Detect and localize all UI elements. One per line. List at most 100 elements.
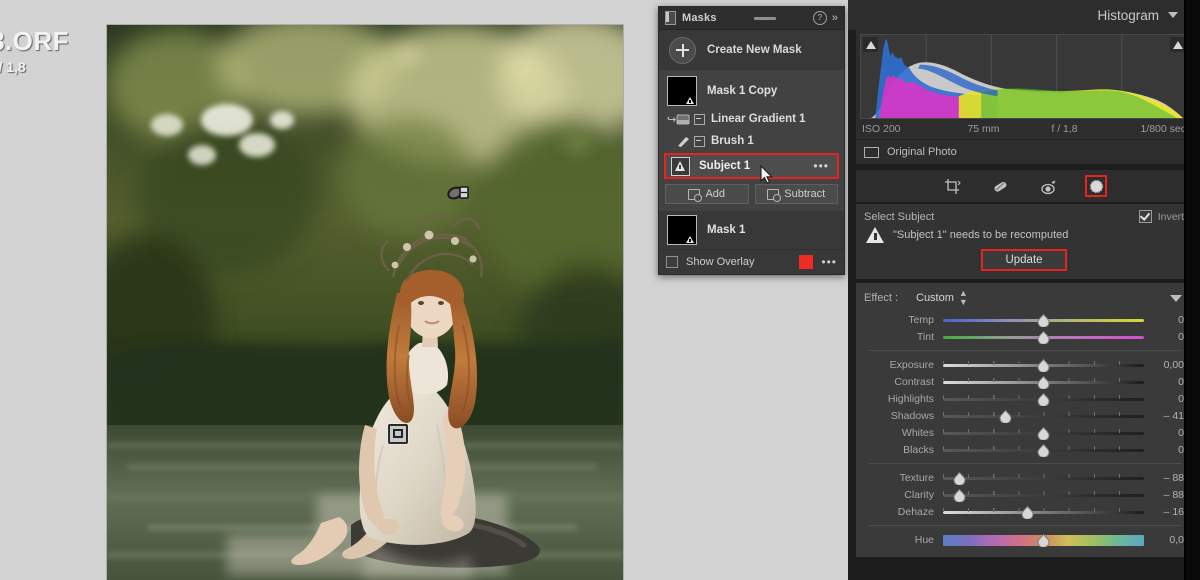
slider-label: Temp [908,313,934,326]
plus-icon [669,36,696,64]
slider-value[interactable]: 0 [1144,393,1184,405]
slider-handle[interactable] [1037,330,1050,344]
slider-track-area[interactable] [943,488,1144,502]
slider-value[interactable]: 0,0 [1144,534,1184,546]
effect-collapse-icon[interactable] [1170,294,1182,302]
slider-value[interactable]: – 88 [1144,472,1184,484]
effect-preset-value[interactable]: Custom [916,292,954,304]
effect-stepper-icon[interactable]: ▲ ▼ [959,289,968,307]
slider-hue[interactable]: Hue 0,0 [856,531,1192,548]
slider-value[interactable]: 0 [1144,331,1184,343]
mask-item-mask-1-copy[interactable]: Mask 1 Copy [659,74,844,108]
add-icon [688,188,703,202]
slider-handle[interactable] [1037,426,1050,440]
subtract-button[interactable]: Subtract [754,184,838,204]
slider-whites[interactable]: Whites 0 [856,424,1192,441]
slider-blacks[interactable]: Blacks 0 [856,441,1192,458]
photo-image [107,25,623,580]
slider-track-area[interactable] [943,392,1144,406]
mask-item-mask-1[interactable]: Mask 1 [659,211,844,249]
histogram-header[interactable]: Histogram [848,0,1200,30]
slider-handle[interactable] [1037,358,1050,372]
slider-contrast[interactable]: Contrast 0 [856,373,1192,390]
slider-dehaze[interactable]: Dehaze – 16 [856,503,1192,520]
drag-handle[interactable] [717,16,813,20]
slider-track-area[interactable] [943,505,1144,519]
chevron-down-icon[interactable] [1168,12,1178,18]
slider-track-area[interactable] [943,443,1144,457]
photo-preview[interactable] [107,25,623,580]
slider-handle[interactable] [953,488,966,502]
slider-tint[interactable]: Tint 0 [856,328,1192,345]
slider-handle[interactable] [1021,505,1034,519]
slider-handle[interactable] [1037,313,1050,327]
slider-track-area[interactable] [943,330,1144,344]
slider-track-area[interactable] [943,471,1144,485]
slider-value[interactable]: – 88 [1144,489,1184,501]
mask-item-linear-gradient-1[interactable]: ↪ Linear Gradient 1 [659,108,844,130]
mask-options-menu[interactable]: ••• [813,159,829,173]
overlay-options-menu[interactable]: ••• [821,255,837,269]
create-new-mask-button[interactable]: Create New Mask [659,30,844,70]
shadow-clipping-indicator[interactable] [863,37,878,52]
crop-tool[interactable] [941,175,963,197]
healing-brush-tool[interactable] [989,175,1011,197]
panel-right-edge [1186,0,1200,580]
slider-track-area[interactable] [943,358,1144,372]
slider-label: Clarity [904,488,934,501]
masking-tool[interactable] [1085,175,1107,197]
slider-handle[interactable] [1037,533,1050,547]
slider-value[interactable]: 0 [1144,427,1184,439]
slider-ticks [943,411,1144,416]
slider-handle[interactable] [1037,392,1050,406]
overlay-color-swatch[interactable] [799,255,814,269]
help-icon[interactable]: ? [812,11,827,25]
slider-handle[interactable] [1037,443,1050,457]
slider-track-area[interactable] [943,426,1144,440]
slider-ticks [943,490,1144,495]
original-photo-row[interactable]: Original Photo [856,139,1192,164]
linear-gradient-pin[interactable] [447,184,469,200]
slider-value[interactable]: 0 [1144,314,1184,326]
slider-value[interactable]: 0,00 [1144,359,1184,371]
mask-label: Brush 1 [711,135,754,147]
slider-value[interactable]: – 41 [1144,410,1184,422]
slider-handle[interactable] [953,471,966,485]
warning-icon [866,227,884,243]
red-eye-tool[interactable] [1037,175,1059,197]
slider-exposure[interactable]: Exposure 0,00 [856,356,1192,373]
update-button[interactable]: Update [981,249,1067,271]
slider-highlights[interactable]: Highlights 0 [856,390,1192,407]
masks-panel-title: Masks [682,12,717,24]
slider-track-area[interactable] [943,313,1144,327]
slider-value[interactable]: 0 [1144,444,1184,456]
slider-value[interactable]: 0 [1144,376,1184,388]
mask-item-subject-1[interactable]: Subject 1 ••• [664,153,839,179]
slider-shadows[interactable]: Shadows – 41 [856,407,1192,424]
slider-handle[interactable] [999,409,1012,423]
show-overlay-checkbox[interactable] [666,256,678,268]
histogram-plot[interactable] [860,34,1188,119]
highlight-clipping-indicator[interactable] [1170,37,1185,52]
slider-track-area[interactable] [943,375,1144,389]
slider-texture[interactable]: Texture – 88 [856,469,1192,486]
mask-thumbnail [667,215,697,245]
slider-value[interactable]: – 16 [1144,506,1184,518]
slider-label: Exposure [889,358,934,371]
collapse-icon[interactable]: » [832,12,838,24]
slider-handle[interactable] [1037,375,1050,389]
invert-checkbox[interactable] [1138,210,1152,223]
focal-length-value: 75 mm [967,123,1000,135]
slider-track-area[interactable] [943,533,1144,547]
slider-clarity[interactable]: Clarity – 88 [856,486,1192,503]
mask-item-brush-1[interactable]: Brush 1 [659,130,844,152]
slider-ticks [943,473,1144,478]
brush-pin[interactable] [388,424,408,444]
add-button[interactable]: Add [665,184,749,204]
masks-panel-titlebar[interactable]: Masks ? » [659,7,844,30]
slider-track-area[interactable] [943,409,1144,423]
slider-label: Dehaze [897,505,934,518]
slider-temp[interactable]: Temp 0 [856,311,1192,328]
gradient-icon [676,113,691,126]
slider-list: Temp 0 Tint 0 Exposure 0,00 Contrast 0 Highlight… [856,311,1192,548]
